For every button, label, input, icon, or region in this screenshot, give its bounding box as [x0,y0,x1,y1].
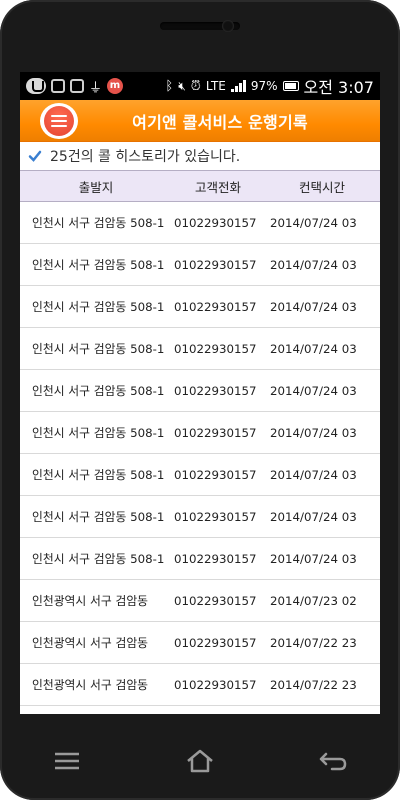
system-nav-bar [0,722,400,800]
table-row[interactable]: 인천광역시 서구 검암동 01022930157 2014/07/23 02 [20,580,380,622]
check-icon [28,150,42,162]
origin-cell: 인천시 서구 검암동 508-1 [32,300,165,314]
bluetooth-icon: ᛒ [165,78,174,94]
history-count-text: 25건의 콜 히스토리가 있습니다. [50,149,241,165]
nav-menu-button[interactable] [37,741,97,781]
history-notice: 25건의 콜 히스토리가 있습니다. [20,142,380,170]
phone-cell: 01022930157 [174,341,257,356]
screen: ⏚ m ᛒ 🔇︎ ⏰︎ LTE 97% 오전 3:07 여기앤 콜서비스 운행기… [20,72,380,714]
menu-icon [54,752,79,770]
back-icon [320,752,347,771]
time-cell: 2014/07/24 03 [270,509,357,524]
m-app-icon: m [107,78,124,94]
table-row[interactable]: 인천시 서구 검암동 508-1 01022930157 2014/07/24 … [20,328,380,370]
time-cell: 2014/07/24 03 [270,215,357,230]
table-row[interactable]: 인천시 서구 검암동 508-1 01022930157 2014/07/24 … [20,286,380,328]
table-row[interactable]: 인천시 서구 검암동 508-1 01022930157 2014/07/24 … [20,538,380,580]
menu-button[interactable] [40,103,78,139]
time-cell: 2014/07/24 03 [270,299,357,314]
u-app-icon [26,78,46,94]
origin-cell: 인천시 서구 검암동 508-1 [32,216,165,230]
table-row[interactable]: 인천시 서구 검암동 508-1 01022930157 2014/07/24 … [20,202,380,244]
time-cell: 2014/07/24 03 [270,551,357,566]
table-header: 출발지 고객전화 컨택시간 [20,170,380,202]
time-cell: 2014/07/24 03 [270,425,357,440]
column-header-time: 컨택시간 [298,179,345,195]
column-header-phone: 고객전화 [194,179,241,195]
table-row[interactable]: 인천광역시 서구 검암동 01022930157 2014/07/22 23 [20,664,380,706]
mute-icon: 🔇︎ [178,78,186,93]
time-cell: 2014/07/22 23 [270,677,357,692]
phone-cell: 01022930157 [174,383,257,398]
origin-cell: 인천시 서구 검암동 508-1 [32,258,165,272]
phone-cell: 01022930157 [174,593,257,608]
origin-cell: 인천광역시 서구 검암동 [32,594,149,608]
table-row[interactable]: 인천시 서구 검암동 508-1 01022930157 2014/07/24 … [20,454,380,496]
phone-cell: 01022930157 [174,299,257,314]
notes-icon [70,79,84,93]
call-history-list: 인천시 서구 검암동 508-1 01022930157 2014/07/24 … [20,202,380,706]
front-camera [222,20,234,32]
time-cell: 2014/07/24 03 [270,467,357,482]
usb-icon: ⏚ [89,80,103,96]
origin-cell: 인천시 서구 검암동 508-1 [32,342,165,356]
app-header: 여기앤 콜서비스 운행기록 [20,100,380,142]
phone-cell: 01022930157 [174,677,257,692]
origin-cell: 인천광역시 서구 검암동 [32,678,149,692]
origin-cell: 인천광역시 서구 검암동 [32,636,149,650]
battery-percent: 97% [250,79,278,93]
phone-cell: 01022930157 [174,467,257,482]
origin-cell: 인천시 서구 검암동 508-1 [32,384,165,398]
column-header-origin: 출발지 [78,179,114,195]
phone-cell: 01022930157 [174,257,257,272]
status-right: ᛒ 🔇︎ ⏰︎ LTE 97% 오전 3:07 [165,74,374,98]
signal-icon [230,80,246,92]
sim-icon [51,79,65,93]
origin-cell: 인천시 서구 검암동 508-1 [32,426,165,440]
phone-cell: 01022930157 [174,425,257,440]
origin-cell: 인천시 서구 검암동 508-1 [32,552,165,566]
phone-cell: 01022930157 [174,551,257,566]
nav-home-button[interactable] [170,741,230,781]
phone-cell: 01022930157 [174,215,257,230]
time-cell: 2014/07/24 03 [270,341,357,356]
time-cell: 2014/07/23 02 [270,593,357,608]
origin-cell: 인천시 서구 검암동 508-1 [32,510,165,524]
status-bar: ⏚ m ᛒ 🔇︎ ⏰︎ LTE 97% 오전 3:07 [20,72,380,100]
origin-cell: 인천시 서구 검암동 508-1 [32,468,165,482]
table-row[interactable]: 인천시 서구 검암동 508-1 01022930157 2014/07/24 … [20,244,380,286]
time-cell: 2014/07/22 23 [270,635,357,650]
alarm-icon: ⏰︎ [190,78,201,94]
home-icon [187,749,213,773]
time-cell: 2014/07/24 03 [270,257,357,272]
table-row[interactable]: 인천광역시 서구 검암동 01022930157 2014/07/22 23 [20,622,380,664]
clock: 오전 3:07 [303,78,374,97]
lte-label: LTE [205,79,226,93]
table-row[interactable]: 인천시 서구 검암동 508-1 01022930157 2014/07/24 … [20,412,380,454]
table-row[interactable]: 인천시 서구 검암동 508-1 01022930157 2014/07/24 … [20,370,380,412]
hamburger-icon [44,106,74,136]
battery-icon [282,81,299,91]
status-left: ⏚ m [26,77,124,96]
table-row[interactable]: 인천시 서구 검암동 508-1 01022930157 2014/07/24 … [20,496,380,538]
time-cell: 2014/07/24 03 [270,383,357,398]
nav-back-button[interactable] [303,741,363,781]
phone-cell: 01022930157 [174,509,257,524]
phone-frame: ⏚ m ᛒ 🔇︎ ⏰︎ LTE 97% 오전 3:07 여기앤 콜서비스 운행기… [0,0,400,800]
phone-cell: 01022930157 [174,635,257,650]
